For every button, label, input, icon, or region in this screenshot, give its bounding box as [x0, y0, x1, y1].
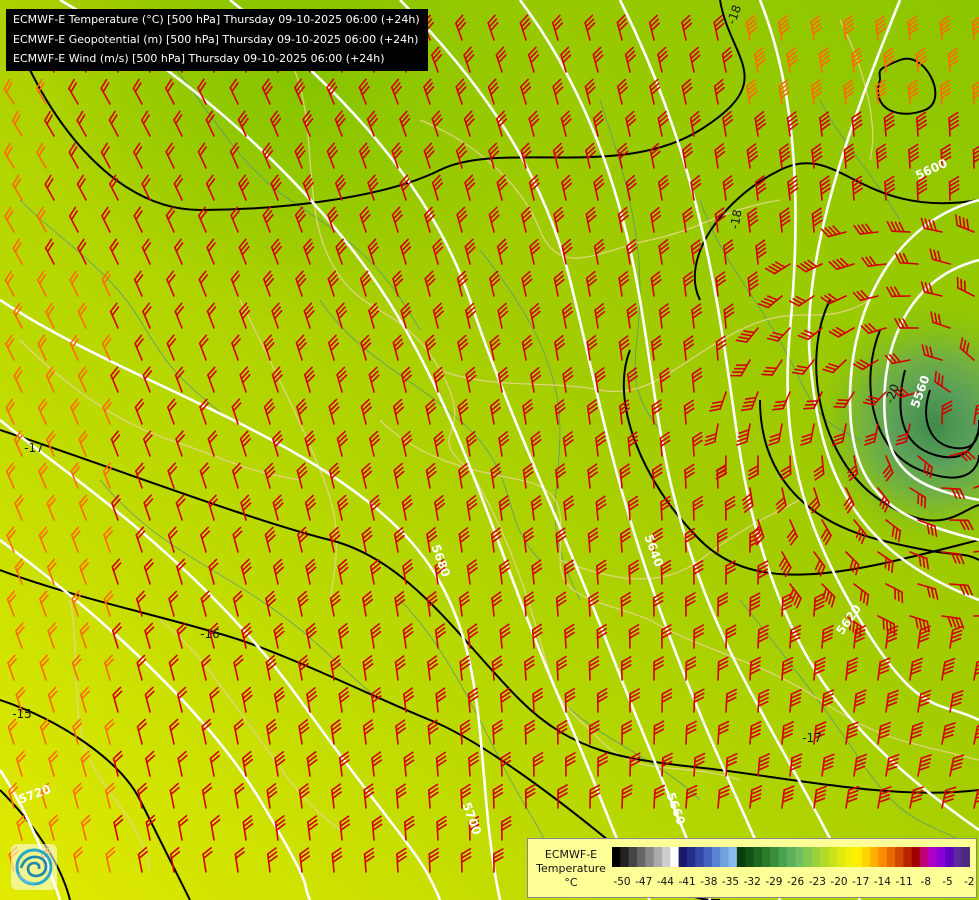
legend-swatch	[670, 847, 680, 867]
legend-swatch	[795, 847, 804, 867]
legend-swatch	[703, 847, 713, 867]
legend-tick: -23	[808, 876, 826, 888]
legend-swatch	[961, 847, 970, 867]
legend-title-variable: Temperature	[536, 862, 606, 875]
legend-swatch	[911, 847, 921, 867]
legend-tick: -26	[787, 876, 805, 888]
title-temperature: ECMWF-E Temperature (°C) [500 hPa] Thurs…	[13, 13, 420, 26]
map-title-box: ECMWF-E Temperature (°C) [500 hPa] Thurs…	[6, 9, 428, 71]
legend-swatch	[620, 847, 630, 867]
legend-swatch	[828, 847, 838, 867]
legend-swatch	[886, 847, 896, 867]
legend-swatch	[853, 847, 863, 867]
legend-swatch	[878, 847, 888, 867]
isotherm-label: -17	[24, 441, 44, 455]
legend-swatch	[770, 847, 779, 867]
legend-title: ECMWF-E Temperature °C	[532, 848, 610, 890]
legend-tick: -14	[873, 876, 891, 888]
legend-swatch	[686, 847, 696, 867]
temperature-legend: ECMWF-E Temperature °C -50 -47 -44 -41 -38 -3…	[527, 838, 977, 898]
legend-swatch	[678, 847, 688, 867]
legend-swatch	[920, 847, 929, 867]
legend-swatch	[820, 847, 829, 867]
legend-swatch	[695, 847, 704, 867]
legend-swatch	[778, 847, 788, 867]
legend-swatch	[745, 847, 754, 867]
legend-swatch	[728, 847, 738, 867]
legend-swatch	[753, 847, 763, 867]
title-geopotential: ECMWF-E Geopotential (m) [500 hPa] Thurs…	[13, 32, 419, 46]
legend-swatch	[736, 847, 746, 867]
legend-swatch	[903, 847, 913, 867]
title-wind: ECMWF-E Wind (m/s) [500 hPa] Thursday 09…	[13, 52, 385, 65]
legend-tick: -41	[678, 876, 696, 888]
legend-swatch	[761, 847, 771, 867]
legend-swatch	[645, 847, 655, 867]
isotherm-label: -17	[802, 731, 822, 745]
legend-swatch	[628, 847, 638, 867]
isotherm-label: -15	[12, 707, 32, 721]
legend-color-bar	[612, 847, 970, 867]
legend-swatch	[711, 847, 721, 867]
legend-swatch	[953, 847, 963, 867]
legend-title-unit: °C	[564, 876, 578, 889]
legend-swatch	[928, 847, 938, 867]
legend-swatch	[803, 847, 813, 867]
legend-tick: -32	[743, 876, 761, 888]
legend-swatch	[786, 847, 796, 867]
legend-swatch	[612, 847, 621, 867]
legend-swatch	[870, 847, 879, 867]
legend-swatch	[653, 847, 663, 867]
legend-tick: -11	[895, 876, 913, 888]
legend-swatch	[836, 847, 846, 867]
legend-swatch	[861, 847, 871, 867]
legend-tick: -5	[942, 876, 953, 888]
legend-swatch	[895, 847, 904, 867]
weather-map: 56005620564056605680570057205560-18-18-1…	[0, 0, 979, 900]
legend-tick: -17	[852, 876, 870, 888]
ecmwf-swirl-logo-icon	[11, 844, 57, 890]
legend-swatch	[936, 847, 946, 867]
legend-tick: -2	[963, 876, 975, 888]
legend-tick: -8	[920, 876, 932, 888]
legend-tick-labels: -50 -47 -44 -41 -38 -35 -32 -29 -26 -23 -20 -17 -14-…	[612, 876, 976, 890]
legend-swatch	[845, 847, 854, 867]
legend-tick: -38	[700, 876, 718, 888]
isotherm-label: -16	[200, 627, 220, 641]
legend-swatch	[661, 847, 671, 867]
legend-tick: -29	[765, 876, 783, 888]
legend-swatch	[720, 847, 729, 867]
legend-swatch	[811, 847, 821, 867]
legend-swatch	[636, 847, 646, 867]
legend-swatch	[945, 847, 954, 867]
legend-title-model: ECMWF-E	[544, 848, 598, 861]
legend-tick: -47	[635, 876, 653, 888]
legend-tick: -50	[613, 876, 631, 888]
legend-tick: -35	[721, 876, 740, 888]
legend-tick: -44	[656, 876, 674, 888]
legend-tick: -20	[830, 876, 848, 888]
